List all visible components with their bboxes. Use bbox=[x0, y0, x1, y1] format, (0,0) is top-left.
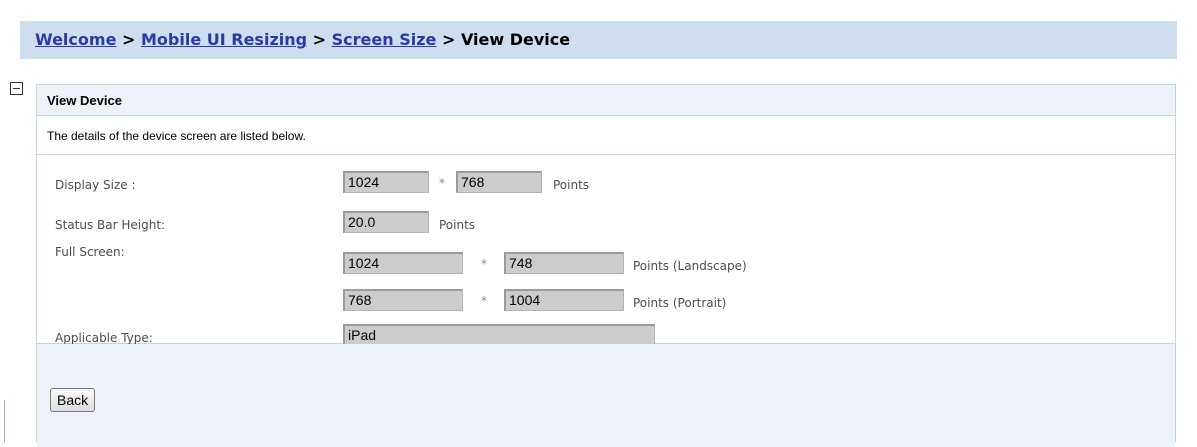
breadcrumb-separator: > bbox=[441, 30, 456, 49]
status-bar-height-field[interactable]: 20.0 bbox=[343, 211, 429, 233]
full-screen-portrait-unit: Points (Portrait) bbox=[633, 296, 727, 310]
times-symbol: * bbox=[481, 294, 487, 308]
applicable-type-field[interactable]: iPad bbox=[343, 324, 655, 346]
full-screen-portrait-width-field[interactable]: 768 bbox=[343, 289, 463, 311]
panel-title: View Device bbox=[37, 85, 1175, 116]
breadcrumb-bar: Welcome > Mobile UI Resizing > Screen Si… bbox=[20, 21, 1177, 59]
status-bar-height-unit: Points bbox=[439, 218, 476, 232]
panel-description: The details of the device screen are lis… bbox=[37, 116, 1175, 155]
times-symbol: * bbox=[439, 176, 445, 190]
breadcrumb-link-welcome[interactable]: Welcome bbox=[35, 30, 116, 49]
breadcrumb-link-screen-size[interactable]: Screen Size bbox=[332, 30, 437, 49]
display-size-unit: Points bbox=[553, 178, 590, 192]
breadcrumb-separator: > bbox=[312, 30, 327, 49]
device-details-form: Display Size : 1024 * 768 Points Status … bbox=[37, 155, 1175, 346]
minus-box-icon[interactable] bbox=[10, 82, 23, 95]
applicable-type-label: Applicable Type: bbox=[55, 331, 153, 345]
view-device-panel: View Device The details of the device sc… bbox=[36, 84, 1176, 447]
display-size-width-field[interactable]: 1024 bbox=[343, 171, 429, 193]
full-screen-label: Full Screen: bbox=[55, 245, 125, 259]
form-footer: Back bbox=[37, 344, 1175, 447]
display-size-height-field[interactable]: 768 bbox=[456, 171, 542, 193]
breadcrumb-link-mobile-ui-resizing[interactable]: Mobile UI Resizing bbox=[141, 30, 307, 49]
breadcrumb: Welcome > Mobile UI Resizing > Screen Si… bbox=[35, 30, 570, 49]
left-divider bbox=[4, 400, 5, 442]
status-bar-height-label: Status Bar Height: bbox=[55, 218, 166, 232]
times-symbol: * bbox=[481, 257, 487, 271]
full-screen-landscape-unit: Points (Landscape) bbox=[633, 259, 747, 273]
display-size-label: Display Size : bbox=[55, 178, 136, 192]
full-screen-landscape-width-field[interactable]: 1024 bbox=[343, 252, 463, 274]
back-button[interactable]: Back bbox=[50, 388, 96, 412]
breadcrumb-current: View Device bbox=[460, 30, 571, 49]
full-screen-landscape-height-field[interactable]: 748 bbox=[504, 252, 624, 274]
full-screen-portrait-height-field[interactable]: 1004 bbox=[504, 289, 624, 311]
breadcrumb-separator: > bbox=[122, 30, 136, 49]
